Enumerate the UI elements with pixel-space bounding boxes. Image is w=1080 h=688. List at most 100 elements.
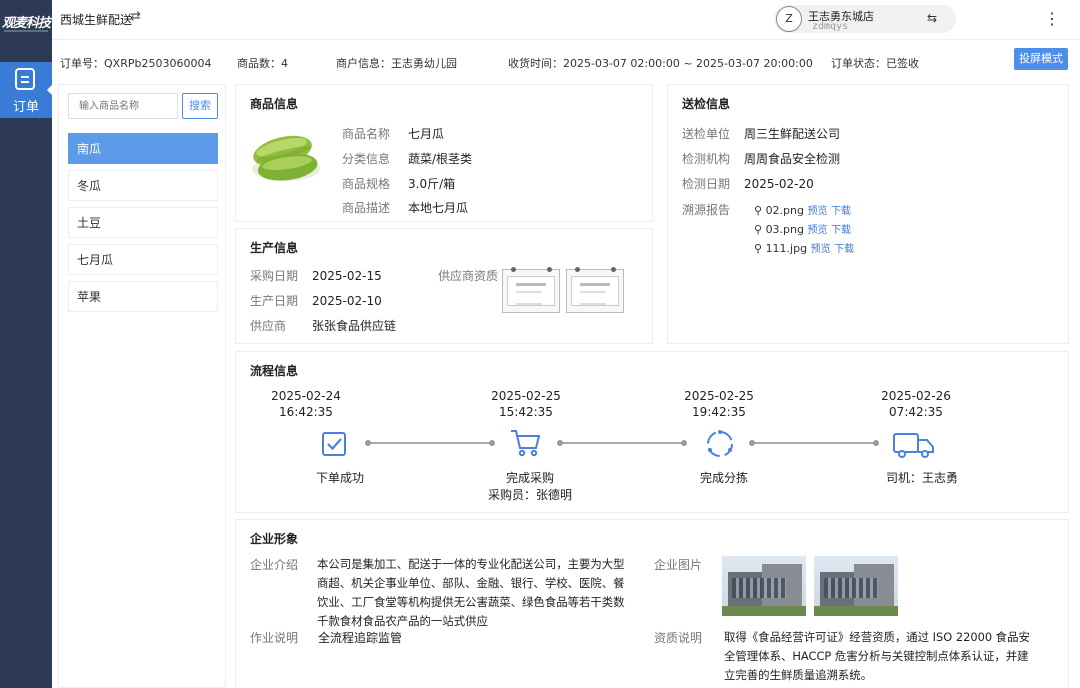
download-link[interactable]: 下载 <box>834 244 854 255</box>
agency-label: 检测机构 <box>682 152 731 166</box>
spec-value: 3.0斤/箱 <box>408 177 456 191</box>
step-date: 2025-02-25 <box>491 389 561 403</box>
qualification-certificate-image[interactable] <box>502 267 560 313</box>
step-sublabel: 采购员：张德明 <box>487 488 572 502</box>
nav-item-order[interactable]: 订单 <box>0 62 53 118</box>
inspection-unit-label: 送检单位 <box>682 127 731 141</box>
qual-line: 立完善的生鲜质量追溯系统。 <box>724 668 873 682</box>
inspection-date-label: 检测日期 <box>682 177 731 191</box>
supplier-value: 张张食品供应链 <box>312 319 397 333</box>
delivery-truck-icon <box>893 433 934 458</box>
inspection-unit-value: 周三生鲜配送公司 <box>744 127 841 141</box>
product-list-item[interactable]: 冬瓜 <box>68 170 218 201</box>
agency-value: 周周食品安全检测 <box>744 152 841 166</box>
order-summary-bar: 订单号：QXRPb2503060004 商品数：4 商户信息：王志勇幼儿园 收货… <box>52 44 1080 80</box>
qual-line: 取得《食品经营许可证》经营资质，通过 ISO 22000 食品安 <box>724 630 1030 644</box>
merchant-info: 商户信息：王志勇幼儿园 <box>336 57 457 70</box>
projection-mode-button[interactable]: 投屏模式 <box>1014 48 1068 70</box>
product-list-panel: 搜索 南瓜 冬瓜 土豆 七月瓜 苹果 <box>58 84 226 688</box>
product-list-item[interactable]: 苹果 <box>68 281 218 312</box>
item-count: 商品数：4 <box>237 57 288 70</box>
supplier-qualification-label: 供应商资质 <box>438 269 499 283</box>
enterprise-photo[interactable] <box>722 556 806 616</box>
inspection-info-card: 送检信息 送检单位 周三生鲜配送公司 检测机构 周周食品安全检测 检测日期 2025-… <box>667 84 1069 344</box>
file-name: 111.jpg <box>765 242 808 255</box>
trace-report-label: 溯源报告 <box>682 203 731 217</box>
supplier-label: 供应商 <box>250 319 287 333</box>
file-name: 02.png <box>765 204 804 217</box>
step-timestamp: 2025-02-25 19:42:35 <box>659 388 779 420</box>
paperclip-icon: ⚲ <box>754 223 763 236</box>
product-search-input[interactable] <box>68 93 178 119</box>
enterprise-photo[interactable] <box>814 556 898 616</box>
purchase-date-value: 2025-02-15 <box>312 269 382 283</box>
enterprise-image-card: 企业形象 企业介绍 本公司是集加工、配送于一体的专业化配送公司，主要为大型 商超… <box>235 519 1069 688</box>
enterprise-intro-label: 企业介绍 <box>250 558 299 572</box>
inspection-date-value: 2025-02-20 <box>744 177 814 191</box>
order-document-icon <box>15 68 35 90</box>
file-name: 03.png <box>765 223 804 236</box>
top-bar: 西城生鲜配送 ⇄ Z 王志勇东城店 zdmqys ⇆ ⋮ <box>52 0 1080 40</box>
step-date: 2025-02-24 <box>271 389 341 403</box>
download-link[interactable]: 下载 <box>831 206 851 217</box>
enterprise-photos-label: 企业图片 <box>654 558 703 572</box>
step-label: 完成分拣 <box>699 471 748 485</box>
brand-logo-underline <box>4 30 48 32</box>
description-label: 商品描述 <box>342 201 391 215</box>
preview-link[interactable]: 预览 <box>808 206 828 217</box>
step-date: 2025-02-25 <box>684 389 754 403</box>
operation-value: 全流程追踪监管 <box>318 631 403 645</box>
step-date: 2025-02-26 <box>881 389 951 403</box>
section-title: 送检信息 <box>682 97 731 111</box>
product-name-value: 七月瓜 <box>408 127 445 141</box>
preview-link[interactable]: 预览 <box>811 244 831 255</box>
report-file-row: ⚲ 02.png 预览 下载 <box>754 202 851 217</box>
more-menu-icon[interactable]: ⋮ <box>1042 8 1062 30</box>
step-connector <box>749 440 879 446</box>
intro-line: 商超、机关企事业单位、部队、金融、银行、学校、医院、餐 <box>317 576 625 590</box>
download-link[interactable]: 下载 <box>831 225 851 236</box>
order-checkbox-icon <box>322 432 346 456</box>
purchase-date-label: 采购日期 <box>250 269 299 283</box>
step-timestamp: 2025-02-24 16:42:35 <box>246 388 366 420</box>
intro-line: 饮业、工厂食堂等机构提供无公害蔬菜、绿色食品等若干类数 <box>317 595 625 609</box>
product-list-item[interactable]: 七月瓜 <box>68 244 218 275</box>
brand-logo: 观麦科技 <box>2 16 51 31</box>
production-info-card: 生产信息 采购日期 2025-02-15 生产日期 2025-02-10 供应商 张张… <box>235 228 653 344</box>
step-connector <box>557 440 687 446</box>
production-date-label: 生产日期 <box>250 294 299 308</box>
left-rail: 观麦科技 订单 <box>0 0 53 688</box>
step-label: 完成采购采购员：张德明 <box>460 470 600 504</box>
qualification-certificate-image[interactable] <box>566 267 624 313</box>
qualification-desc-label: 资质说明 <box>654 631 703 645</box>
product-image <box>252 135 320 181</box>
search-button[interactable]: 搜索 <box>182 93 218 119</box>
enterprise-intro-text: 本公司是集加工、配送于一体的专业化配送公司，主要为大型 商超、机关企事业单位、部… <box>317 555 647 631</box>
category-value: 蔬菜/根茎类 <box>408 152 473 166</box>
qualification-desc-text: 取得《食品经营许可证》经营资质，通过 ISO 22000 食品安 全管理体系、H… <box>724 628 1064 685</box>
shopping-cart-icon <box>511 430 541 457</box>
step-label-text: 完成采购 <box>505 471 554 485</box>
switch-account-icon[interactable]: ⇆ <box>927 11 937 25</box>
user-account-chip[interactable]: Z 王志勇东城店 zdmqys ⇆ <box>774 5 956 33</box>
product-list-item[interactable]: 南瓜 <box>68 133 218 164</box>
step-time: 15:42:35 <box>499 405 553 419</box>
active-indicator <box>47 84 53 96</box>
switch-store-icon[interactable]: ⇄ <box>130 9 141 24</box>
preview-link[interactable]: 预览 <box>808 225 828 236</box>
step-time: 19:42:35 <box>692 405 746 419</box>
store-name: 西城生鲜配送 <box>60 13 133 27</box>
spec-label: 商品规格 <box>342 177 391 191</box>
paperclip-icon: ⚲ <box>754 242 763 255</box>
production-date-value: 2025-02-10 <box>312 294 382 308</box>
receive-time: 收货时间：2025-03-07 02:00:00 ~ 2025-03-07 20… <box>508 57 813 70</box>
user-id: zdmqys <box>812 21 849 32</box>
qual-line: 全管理体系、HACCP 危害分析与关键控制点体系认证，并建 <box>724 649 1029 663</box>
product-list-item[interactable]: 土豆 <box>68 207 218 238</box>
report-file-row: ⚲ 03.png 预览 下载 <box>754 221 851 236</box>
order-number: 订单号：QXRPb2503060004 <box>60 57 212 70</box>
category-label: 分类信息 <box>342 152 391 166</box>
order-status: 订单状态：已签收 <box>831 57 919 70</box>
product-info-card: 商品信息 商品名称 七月瓜 分类信息 蔬菜/根茎类 商品规格 3.0斤/箱 商品描述 本… <box>235 84 653 222</box>
step-timestamp: 2025-02-26 07:42:35 <box>856 388 976 420</box>
